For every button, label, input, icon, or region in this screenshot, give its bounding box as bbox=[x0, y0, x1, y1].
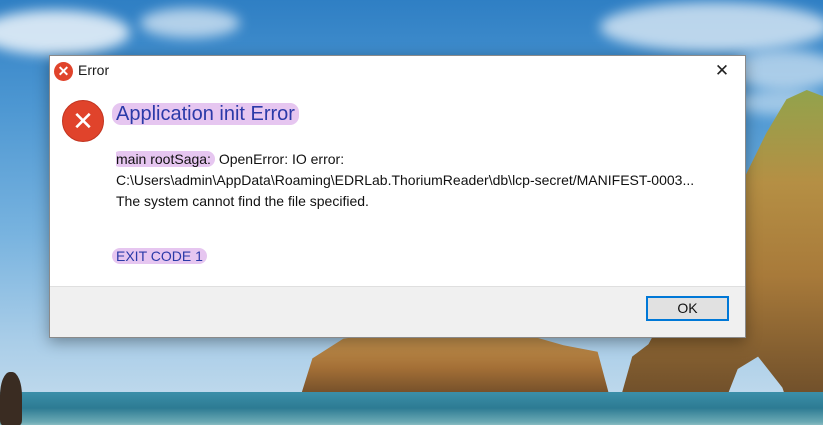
error-dialog: ✕ Error ✕ ✕ Application init Error main … bbox=[49, 55, 746, 338]
rock-formation bbox=[300, 332, 610, 398]
heading-text: Application init Error bbox=[112, 103, 299, 125]
cloud bbox=[140, 8, 240, 38]
message-text: OpenError: IO error: bbox=[214, 151, 345, 167]
dialog-title: Error bbox=[78, 62, 110, 78]
close-icon: ✕ bbox=[714, 61, 730, 80]
error-message: main rootSaga: OpenError: IO error: C:\U… bbox=[116, 149, 736, 212]
exit-code: EXIT CODE 1 bbox=[112, 248, 207, 264]
message-detail: The system cannot find the file specifie… bbox=[116, 193, 369, 209]
error-icon-large: ✕ bbox=[62, 100, 104, 142]
error-icon: ✕ bbox=[54, 62, 73, 81]
dialog-titlebar[interactable]: ✕ Error ✕ bbox=[50, 56, 745, 87]
sea bbox=[0, 392, 823, 425]
person-silhouette bbox=[0, 372, 22, 425]
cloud bbox=[0, 10, 130, 55]
error-heading: Application init Error bbox=[112, 103, 299, 126]
ok-button[interactable]: OK bbox=[646, 296, 729, 321]
dialog-footer: OK bbox=[50, 286, 745, 337]
exit-code-text: EXIT CODE 1 bbox=[112, 248, 207, 264]
message-path: C:\Users\admin\AppData\Roaming\EDRLab.Th… bbox=[116, 172, 695, 188]
close-button[interactable]: ✕ bbox=[699, 56, 745, 87]
cloud bbox=[600, 2, 823, 52]
message-prefix: main rootSaga: bbox=[116, 151, 215, 167]
message-line-1: main rootSaga: OpenError: IO error: bbox=[116, 149, 736, 170]
